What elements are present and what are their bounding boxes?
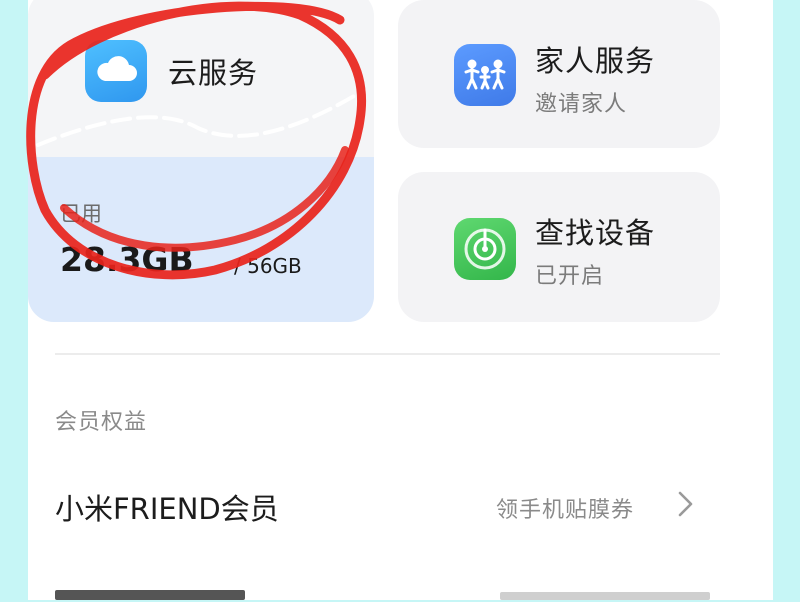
section-divider	[55, 353, 720, 355]
membership-section-label: 会员权益	[55, 410, 148, 435]
member-benefit-value[interactable]: 领手机贴膜券	[496, 492, 634, 524]
family-service-subtitle: 邀请家人	[535, 92, 628, 117]
find-device-subtitle: 已开启	[535, 264, 605, 289]
family-icon	[454, 44, 516, 106]
storage-total-value: / 56GB	[234, 254, 302, 278]
family-service-card[interactable]: 家人服务 邀请家人	[398, 0, 720, 148]
storage-used-label: 已用	[60, 202, 102, 226]
family-service-title: 家人服务	[535, 44, 656, 78]
radar-icon	[454, 218, 516, 280]
storage-used-value: 28.3GB	[60, 240, 194, 279]
find-device-card[interactable]: 查找设备 已开启	[398, 172, 720, 322]
chevron-right-icon[interactable]	[672, 489, 698, 523]
next-row-value-partial	[500, 592, 710, 600]
xiaomi-friend-member-row[interactable]: 小米FRIEND会员	[55, 486, 279, 528]
find-device-title: 查找设备	[535, 216, 656, 250]
cloud-service-card[interactable]: 云服务 已用 28.3GB / 56GB	[28, 0, 374, 322]
cloud-icon	[85, 40, 147, 102]
cloud-service-title: 云服务	[168, 56, 259, 90]
next-list-row-partial[interactable]	[55, 590, 245, 602]
